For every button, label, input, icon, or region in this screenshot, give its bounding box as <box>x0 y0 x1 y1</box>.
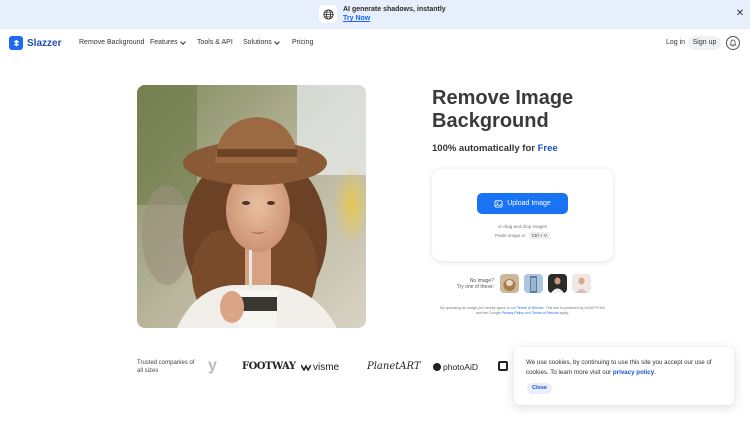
logo[interactable]: Slazzer <box>9 36 61 50</box>
sample-thumb-product[interactable] <box>572 274 591 293</box>
cookie-period: . <box>654 369 656 376</box>
sample-prompt-line2: Try one of these: <box>456 284 494 290</box>
brand-logo: y <box>208 357 217 374</box>
terms-link[interactable]: Terms of Service <box>517 306 544 310</box>
visme-text: visme <box>313 362 340 373</box>
paste-shortcut: Ctrl + V <box>528 232 550 239</box>
nav-item-label: Features <box>150 39 178 46</box>
paste-hint: Paste image or Ctrl + V <box>432 232 613 239</box>
nav-item-label: Pricing <box>292 39 314 46</box>
nav-pricing[interactable]: Pricing <box>292 39 313 46</box>
footway-logo: FOOTWAY <box>242 361 296 372</box>
page: AI generate shadows, instantly Try Now ✕… <box>0 0 750 422</box>
legal-notice: By uploading an image you hereby agree t… <box>440 306 605 316</box>
sample-prompt: No image? Try one of these: <box>448 278 494 290</box>
nav-tools-api[interactable]: Tools & API <box>197 39 233 46</box>
upload-icon <box>494 200 503 208</box>
cookie-close-button[interactable]: Close <box>527 383 552 394</box>
cookie-text: We use cookies, by continuing to use thi… <box>526 358 724 378</box>
photoaid-logo: photoAiD <box>433 362 478 372</box>
upload-image-button[interactable]: Upload Image <box>477 193 568 214</box>
privacy-policy-link[interactable]: privacy policy <box>613 369 654 376</box>
page-subtitle: 100% automatically for Free <box>432 143 558 154</box>
promo-title: AI generate shadows, instantly <box>343 6 446 13</box>
promo-banner: AI generate shadows, instantly Try Now ✕ <box>0 0 750 29</box>
terms-link[interactable]: Terms of Service <box>532 311 559 315</box>
hero-sample-image <box>137 85 366 328</box>
slazzer-logo-icon <box>9 36 23 50</box>
trusted-label: Trusted companies of all sizes <box>137 360 195 374</box>
legal-text: and <box>524 311 531 315</box>
chevron-down-icon <box>179 38 186 45</box>
bell-icon[interactable] <box>726 36 740 50</box>
sample-thumb-building[interactable] <box>524 274 543 293</box>
brand-logo-partial <box>498 361 508 371</box>
signup-button[interactable]: Sign up <box>688 36 721 50</box>
visme-logo: visme <box>301 362 339 373</box>
globe-icon <box>319 5 337 23</box>
nav-item-label: Solutions <box>243 39 272 46</box>
logo-text: Slazzer <box>27 37 62 49</box>
nav-item-label: Remove Background <box>79 39 145 46</box>
upload-button-label: Upload Image <box>507 200 551 207</box>
paste-text: Paste image or <box>495 233 526 238</box>
subtitle-free: Free <box>537 143 558 154</box>
legal-text: apply. <box>559 311 569 315</box>
top-nav: Slazzer Remove Background Features Tools… <box>0 29 750 57</box>
subtitle-text: 100% automatically for <box>432 143 535 154</box>
upload-card[interactable]: Upload Image or drag and drop images Pas… <box>432 169 613 261</box>
drop-hint: or drag and drop images <box>497 224 548 229</box>
cookie-banner: We use cookies, by continuing to use thi… <box>514 347 734 405</box>
photoaid-icon <box>433 363 441 371</box>
sample-thumb-person[interactable] <box>548 274 567 293</box>
legal-text: By uploading an image you hereby agree t… <box>440 306 516 310</box>
page-title: Remove Image Background <box>432 87 574 132</box>
chevron-down-icon <box>273 38 280 45</box>
nav-solutions[interactable]: Solutions <box>243 38 280 46</box>
close-icon[interactable]: ✕ <box>734 8 746 20</box>
visme-icon <box>301 364 311 371</box>
nav-item-label: Tools & API <box>197 39 233 46</box>
try-now-link[interactable]: Try Now <box>343 15 370 22</box>
login-link[interactable]: Log in <box>666 39 685 46</box>
planetart-logo: PlanetART <box>367 361 421 372</box>
photoaid-text: photoAiD <box>443 362 478 372</box>
privacy-policy-link[interactable]: Privacy Policy <box>502 311 524 315</box>
nav-features[interactable]: Features <box>150 38 186 46</box>
nav-remove-background[interactable]: Remove Background <box>79 39 144 46</box>
sample-thumb-dog[interactable] <box>500 274 519 293</box>
